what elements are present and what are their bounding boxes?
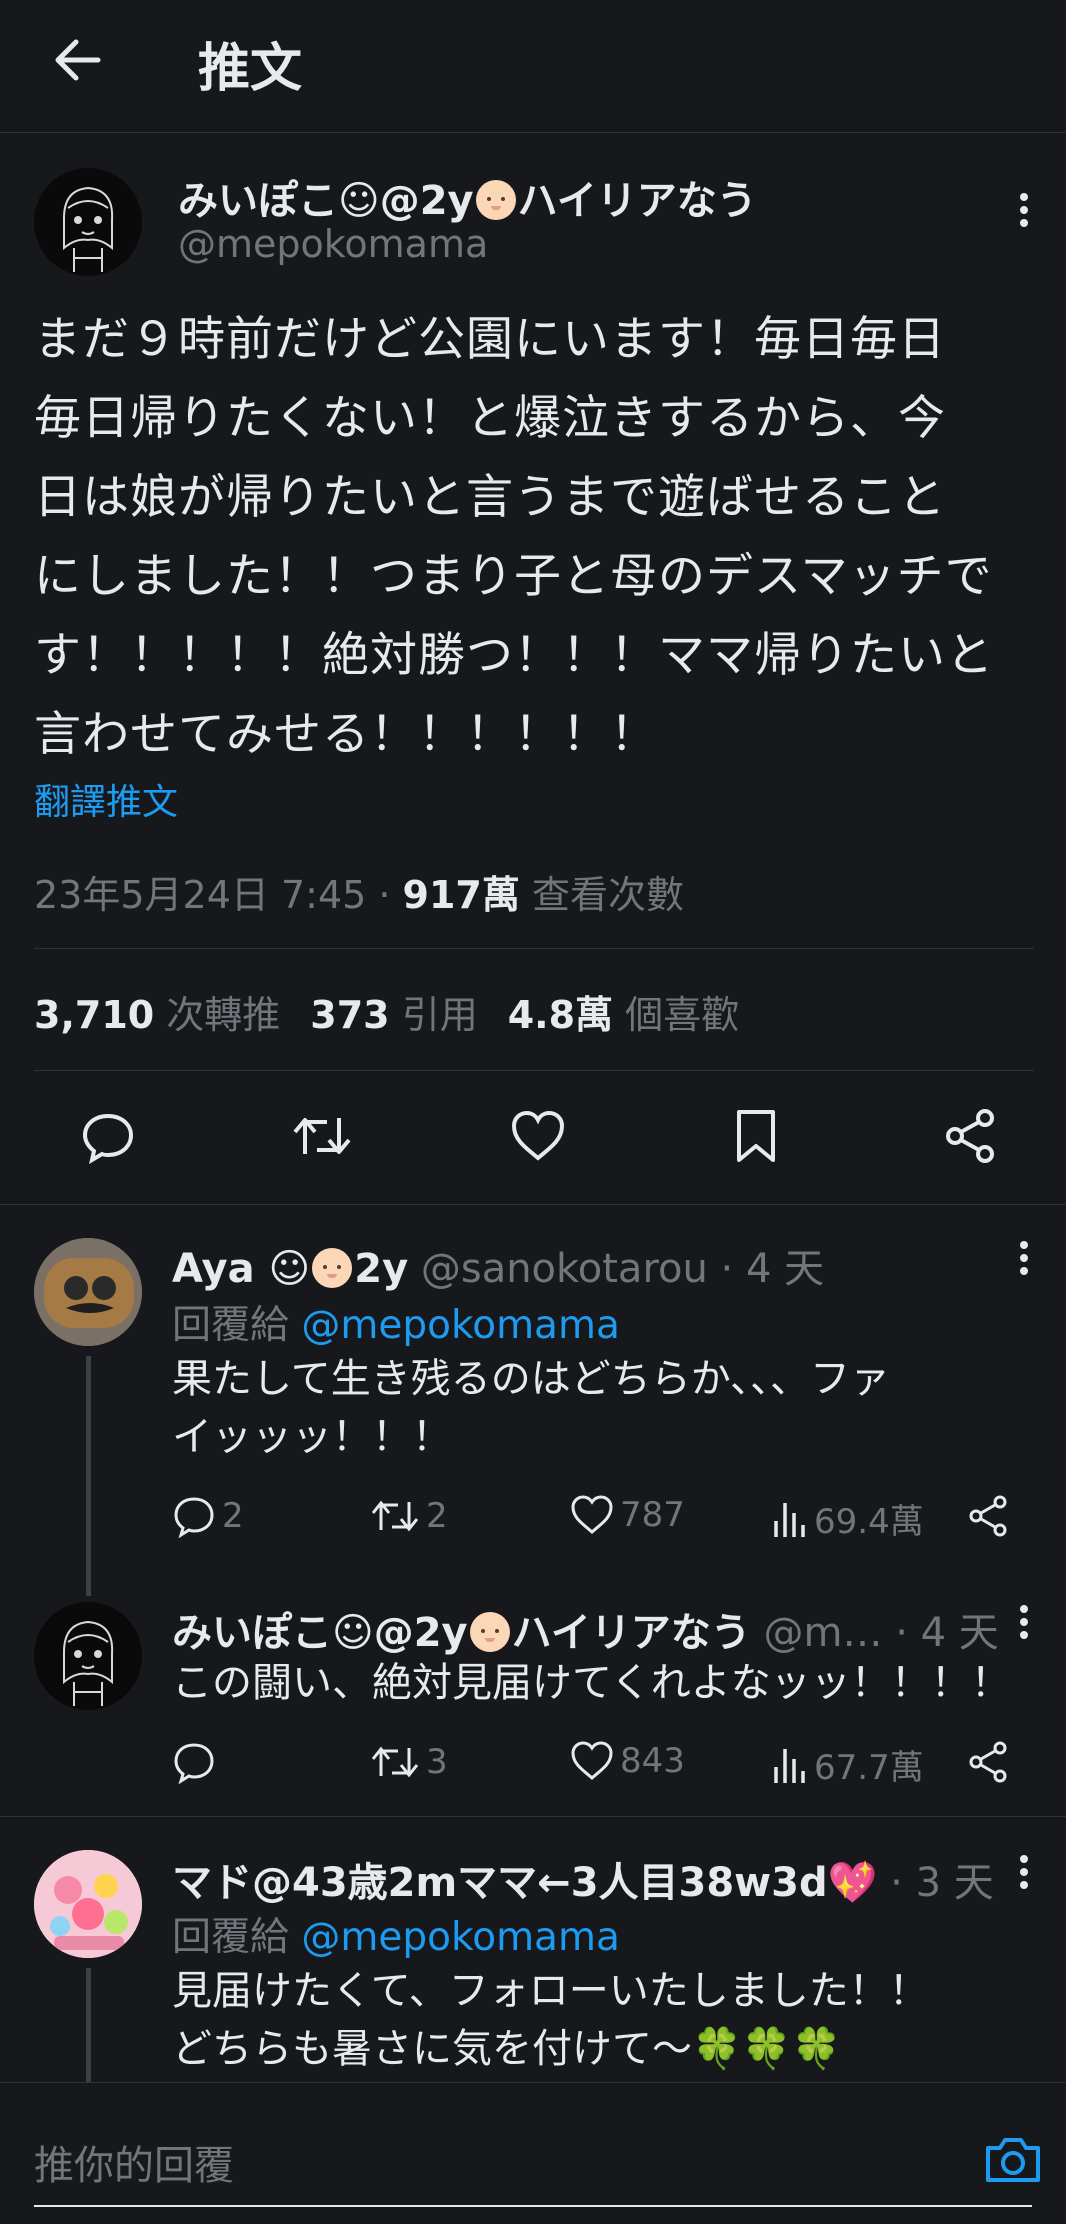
like-icon[interactable] <box>502 1100 574 1172</box>
views-count: 917萬 <box>402 873 520 917</box>
baby-emoji-icon <box>312 1248 353 1288</box>
back-arrow-icon[interactable] <box>48 30 108 90</box>
retweet-count: 2 <box>426 1496 448 1536</box>
tweet-stats: 3,710 次轉推 373 引用 4.8萬 個喜歡 <box>34 984 769 1039</box>
divider <box>0 1204 1066 1205</box>
reply-author-handle[interactable]: @m… <box>751 1610 883 1656</box>
tweet-meta: 23年5月24日 7:45 · 917萬 查看次數 <box>34 864 684 919</box>
reply-icon[interactable] <box>72 1100 144 1172</box>
like-count: 787 <box>620 1495 685 1535</box>
author-handle[interactable]: @mepokomama <box>178 222 488 266</box>
quotes-label[interactable]: 引用 <box>390 993 478 1037</box>
reply-to-label: 回覆給 <box>172 1303 302 1348</box>
reply-header: マド@43歳2mママ←3人目38w3d💖 · 3 天 <box>172 1850 994 1908</box>
more-options-icon[interactable] <box>1004 1602 1044 1642</box>
author-avatar[interactable] <box>34 168 142 276</box>
translate-tweet-link[interactable]: 翻譯推文 <box>34 773 178 825</box>
views-button[interactable]: 67.7萬 <box>772 1740 924 1789</box>
reply-button[interactable]: 2 <box>172 1494 244 1538</box>
reply-time: · 4 天 <box>882 1610 999 1656</box>
bookmark-icon[interactable] <box>720 1100 792 1172</box>
retweets-count[interactable]: 3,710 <box>34 993 154 1037</box>
likes-count[interactable]: 4.8萬 <box>508 993 613 1037</box>
reply-header: みいぽこ☺@2y ハイリアなう @m… · 4 天 <box>172 1600 999 1658</box>
reply-button[interactable] <box>172 1740 222 1784</box>
author-name[interactable]: みいぽこ☺@2y ハイリアなう <box>178 168 757 226</box>
reply-time: · 4 天 <box>707 1246 825 1292</box>
share-icon[interactable] <box>966 1740 1016 1784</box>
divider <box>34 1070 1034 1071</box>
more-options-icon[interactable] <box>1004 190 1044 230</box>
retweet-button[interactable]: 3 <box>370 1740 448 1784</box>
tweet-timestamp: 23年5月24日 7:45 · <box>34 873 403 917</box>
retweet-icon[interactable] <box>286 1100 358 1172</box>
divider <box>0 1816 1066 1817</box>
share-icon[interactable] <box>934 1100 1006 1172</box>
more-options-icon[interactable] <box>1004 1238 1044 1278</box>
reply-text: この闘い、絶対見届けてくれよなッッ！！！！ <box>172 1660 1011 1706</box>
input-underline <box>34 2205 1032 2207</box>
quotes-count[interactable]: 373 <box>310 993 389 1037</box>
compose-bar: 推你的回覆 <box>0 2082 1066 2224</box>
like-count: 843 <box>620 1741 685 1781</box>
reply-to-label: 回覆給 <box>172 1915 302 1960</box>
reply-text: 見届けたくて、フォローいたしました！！ どちらも暑さに気を付けて〜🍀🍀🍀 <box>172 1968 929 2072</box>
reply-to-handle[interactable]: @mepokomama <box>301 1915 619 1960</box>
reply-author-name-suffix[interactable]: ハイリアなう <box>512 1610 751 1656</box>
baby-emoji-icon <box>469 1612 510 1652</box>
retweets-label[interactable]: 次轉推 <box>154 993 280 1037</box>
baby-emoji-icon <box>475 180 516 220</box>
author-name-suffix: ハイリアなう <box>517 178 757 224</box>
more-options-icon[interactable] <box>1004 1852 1044 1892</box>
thread-line <box>86 1356 91 1596</box>
view-count: 67.7萬 <box>814 1748 924 1788</box>
view-count: 69.4萬 <box>814 1502 924 1542</box>
reply-to: 回覆給 @mepokomama <box>172 1906 620 1962</box>
reply-time: · 3 天 <box>877 1860 994 1906</box>
like-button[interactable]: 787 <box>570 1494 685 1536</box>
reply-author-name[interactable]: マド@43歳2mママ←3人目38w3d💖 <box>172 1860 877 1906</box>
reply-author-name[interactable]: Aya ☺ <box>172 1246 310 1292</box>
camera-icon[interactable] <box>982 2128 1044 2190</box>
reply-author-name-suffix[interactable]: 2y <box>354 1246 408 1292</box>
views-button[interactable]: 69.4萬 <box>772 1494 924 1543</box>
reply-avatar[interactable] <box>34 1602 142 1710</box>
reply-author-handle[interactable]: @sanokotarou <box>408 1246 708 1292</box>
reply-to-handle[interactable]: @mepokomama <box>301 1303 619 1348</box>
reply-author-name[interactable]: みいぽこ☺@2y <box>172 1610 468 1656</box>
views-label: 查看次數 <box>519 873 684 917</box>
reply-avatar[interactable] <box>34 1238 142 1346</box>
retweet-button[interactable]: 2 <box>370 1494 448 1538</box>
author-name-text: みいぽこ☺@2y <box>178 178 474 224</box>
reply-to: 回覆給 @mepokomama <box>172 1294 620 1350</box>
tweet-text: まだ９時前だけど公園にいます！毎日毎日 毎日帰りたくない！と爆泣きするから、今 … <box>34 312 994 762</box>
reply-avatar[interactable] <box>34 1850 142 1958</box>
likes-label[interactable]: 個喜歡 <box>613 993 739 1037</box>
thread-line <box>86 1968 91 2082</box>
reply-text: 果たして生き残るのはどちらか、、、ファ イッッッ！！！ <box>172 1356 890 1460</box>
reply-count: 2 <box>222 1496 244 1536</box>
divider <box>34 948 1034 949</box>
retweet-count: 3 <box>426 1742 448 1782</box>
share-icon[interactable] <box>966 1494 1016 1538</box>
page-title: 推文 <box>198 39 303 99</box>
top-bar: 推文 <box>0 0 1066 133</box>
reply-input[interactable]: 推你的回覆 <box>34 2133 234 2191</box>
tweet-actions <box>0 1100 1066 1172</box>
like-button[interactable]: 843 <box>570 1740 685 1782</box>
reply-header: Aya ☺ 2y @sanokotarou · 4 天 <box>172 1236 824 1294</box>
